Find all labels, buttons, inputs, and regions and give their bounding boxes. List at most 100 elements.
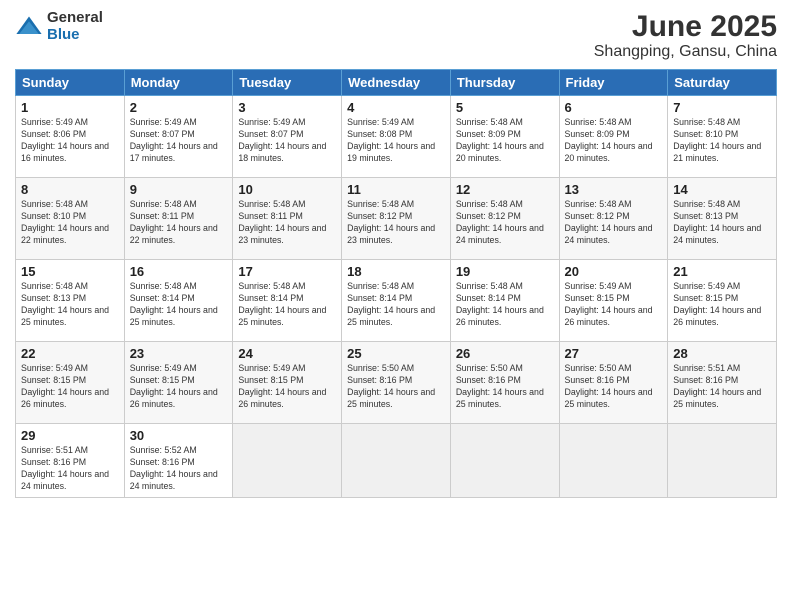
calendar-cell: 17 Sunrise: 5:48 AMSunset: 8:14 PMDaylig…	[233, 260, 342, 342]
day-info: Sunrise: 5:50 AMSunset: 8:16 PMDaylight:…	[456, 363, 544, 409]
day-info: Sunrise: 5:49 AMSunset: 8:15 PMDaylight:…	[673, 281, 761, 327]
calendar-cell: 22 Sunrise: 5:49 AMSunset: 8:15 PMDaylig…	[16, 342, 125, 424]
day-info: Sunrise: 5:48 AMSunset: 8:12 PMDaylight:…	[347, 199, 435, 245]
day-number: 26	[456, 346, 554, 361]
calendar-cell: 21 Sunrise: 5:49 AMSunset: 8:15 PMDaylig…	[668, 260, 777, 342]
calendar-cell: 18 Sunrise: 5:48 AMSunset: 8:14 PMDaylig…	[342, 260, 451, 342]
day-number: 18	[347, 264, 445, 279]
day-number: 2	[130, 100, 228, 115]
day-number: 16	[130, 264, 228, 279]
col-thursday: Thursday	[450, 70, 559, 96]
col-tuesday: Tuesday	[233, 70, 342, 96]
day-info: Sunrise: 5:51 AMSunset: 8:16 PMDaylight:…	[21, 445, 109, 491]
day-info: Sunrise: 5:48 AMSunset: 8:09 PMDaylight:…	[456, 117, 544, 163]
day-number: 23	[130, 346, 228, 361]
calendar-cell: 24 Sunrise: 5:49 AMSunset: 8:15 PMDaylig…	[233, 342, 342, 424]
calendar-week-row: 1 Sunrise: 5:49 AMSunset: 8:06 PMDayligh…	[16, 96, 777, 178]
calendar-cell: 1 Sunrise: 5:49 AMSunset: 8:06 PMDayligh…	[16, 96, 125, 178]
col-saturday: Saturday	[668, 70, 777, 96]
day-number: 29	[21, 428, 119, 443]
day-info: Sunrise: 5:48 AMSunset: 8:09 PMDaylight:…	[565, 117, 653, 163]
logo-blue: Blue	[47, 27, 103, 44]
calendar-week-row: 8 Sunrise: 5:48 AMSunset: 8:10 PMDayligh…	[16, 178, 777, 260]
title-block: June 2025 Shangping, Gansu, China	[594, 10, 777, 61]
day-number: 3	[238, 100, 336, 115]
calendar-cell: 14 Sunrise: 5:48 AMSunset: 8:13 PMDaylig…	[668, 178, 777, 260]
day-info: Sunrise: 5:48 AMSunset: 8:14 PMDaylight:…	[347, 281, 435, 327]
calendar-table: Sunday Monday Tuesday Wednesday Thursday…	[15, 69, 777, 498]
logo: General Blue	[15, 10, 103, 43]
calendar-cell: 27 Sunrise: 5:50 AMSunset: 8:16 PMDaylig…	[559, 342, 668, 424]
day-number: 10	[238, 182, 336, 197]
calendar-cell: 15 Sunrise: 5:48 AMSunset: 8:13 PMDaylig…	[16, 260, 125, 342]
calendar-cell: 13 Sunrise: 5:48 AMSunset: 8:12 PMDaylig…	[559, 178, 668, 260]
day-number: 21	[673, 264, 771, 279]
col-friday: Friday	[559, 70, 668, 96]
logo-icon	[15, 13, 43, 41]
day-info: Sunrise: 5:49 AMSunset: 8:15 PMDaylight:…	[21, 363, 109, 409]
calendar-week-row: 22 Sunrise: 5:49 AMSunset: 8:15 PMDaylig…	[16, 342, 777, 424]
calendar-cell: 11 Sunrise: 5:48 AMSunset: 8:12 PMDaylig…	[342, 178, 451, 260]
day-info: Sunrise: 5:49 AMSunset: 8:07 PMDaylight:…	[238, 117, 326, 163]
day-number: 13	[565, 182, 663, 197]
day-number: 22	[21, 346, 119, 361]
calendar-cell: 7 Sunrise: 5:48 AMSunset: 8:10 PMDayligh…	[668, 96, 777, 178]
header: General Blue June 2025 Shangping, Gansu,…	[15, 10, 777, 61]
calendar-cell: 4 Sunrise: 5:49 AMSunset: 8:08 PMDayligh…	[342, 96, 451, 178]
calendar-cell	[342, 424, 451, 498]
day-info: Sunrise: 5:50 AMSunset: 8:16 PMDaylight:…	[347, 363, 435, 409]
day-number: 5	[456, 100, 554, 115]
day-number: 9	[130, 182, 228, 197]
day-info: Sunrise: 5:48 AMSunset: 8:14 PMDaylight:…	[238, 281, 326, 327]
calendar-week-row: 29 Sunrise: 5:51 AMSunset: 8:16 PMDaylig…	[16, 424, 777, 498]
day-info: Sunrise: 5:48 AMSunset: 8:13 PMDaylight:…	[673, 199, 761, 245]
day-number: 4	[347, 100, 445, 115]
day-info: Sunrise: 5:48 AMSunset: 8:11 PMDaylight:…	[130, 199, 218, 245]
day-number: 24	[238, 346, 336, 361]
day-info: Sunrise: 5:49 AMSunset: 8:07 PMDaylight:…	[130, 117, 218, 163]
day-info: Sunrise: 5:48 AMSunset: 8:13 PMDaylight:…	[21, 281, 109, 327]
day-info: Sunrise: 5:49 AMSunset: 8:08 PMDaylight:…	[347, 117, 435, 163]
day-number: 17	[238, 264, 336, 279]
day-info: Sunrise: 5:49 AMSunset: 8:06 PMDaylight:…	[21, 117, 109, 163]
day-number: 27	[565, 346, 663, 361]
month-title: June 2025	[594, 10, 777, 43]
calendar-cell: 16 Sunrise: 5:48 AMSunset: 8:14 PMDaylig…	[124, 260, 233, 342]
calendar-cell: 10 Sunrise: 5:48 AMSunset: 8:11 PMDaylig…	[233, 178, 342, 260]
location: Shangping, Gansu, China	[594, 43, 777, 61]
day-number: 19	[456, 264, 554, 279]
calendar-cell: 26 Sunrise: 5:50 AMSunset: 8:16 PMDaylig…	[450, 342, 559, 424]
day-info: Sunrise: 5:48 AMSunset: 8:12 PMDaylight:…	[456, 199, 544, 245]
day-number: 6	[565, 100, 663, 115]
calendar-cell	[559, 424, 668, 498]
day-info: Sunrise: 5:48 AMSunset: 8:10 PMDaylight:…	[21, 199, 109, 245]
col-wednesday: Wednesday	[342, 70, 451, 96]
calendar-cell: 28 Sunrise: 5:51 AMSunset: 8:16 PMDaylig…	[668, 342, 777, 424]
calendar-cell	[233, 424, 342, 498]
day-info: Sunrise: 5:51 AMSunset: 8:16 PMDaylight:…	[673, 363, 761, 409]
day-info: Sunrise: 5:49 AMSunset: 8:15 PMDaylight:…	[565, 281, 653, 327]
calendar-cell: 19 Sunrise: 5:48 AMSunset: 8:14 PMDaylig…	[450, 260, 559, 342]
day-number: 28	[673, 346, 771, 361]
day-info: Sunrise: 5:48 AMSunset: 8:14 PMDaylight:…	[456, 281, 544, 327]
logo-general: General	[47, 10, 103, 27]
calendar-cell: 8 Sunrise: 5:48 AMSunset: 8:10 PMDayligh…	[16, 178, 125, 260]
day-info: Sunrise: 5:48 AMSunset: 8:14 PMDaylight:…	[130, 281, 218, 327]
main-container: General Blue June 2025 Shangping, Gansu,…	[0, 0, 792, 508]
day-number: 15	[21, 264, 119, 279]
calendar-cell: 5 Sunrise: 5:48 AMSunset: 8:09 PMDayligh…	[450, 96, 559, 178]
calendar-cell: 20 Sunrise: 5:49 AMSunset: 8:15 PMDaylig…	[559, 260, 668, 342]
calendar-cell: 23 Sunrise: 5:49 AMSunset: 8:15 PMDaylig…	[124, 342, 233, 424]
calendar-cell: 30 Sunrise: 5:52 AMSunset: 8:16 PMDaylig…	[124, 424, 233, 498]
day-number: 1	[21, 100, 119, 115]
day-info: Sunrise: 5:48 AMSunset: 8:12 PMDaylight:…	[565, 199, 653, 245]
calendar-cell: 12 Sunrise: 5:48 AMSunset: 8:12 PMDaylig…	[450, 178, 559, 260]
day-number: 12	[456, 182, 554, 197]
day-info: Sunrise: 5:49 AMSunset: 8:15 PMDaylight:…	[238, 363, 326, 409]
day-info: Sunrise: 5:49 AMSunset: 8:15 PMDaylight:…	[130, 363, 218, 409]
day-info: Sunrise: 5:52 AMSunset: 8:16 PMDaylight:…	[130, 445, 218, 491]
calendar-cell: 3 Sunrise: 5:49 AMSunset: 8:07 PMDayligh…	[233, 96, 342, 178]
day-number: 14	[673, 182, 771, 197]
calendar-cell	[668, 424, 777, 498]
calendar-cell: 2 Sunrise: 5:49 AMSunset: 8:07 PMDayligh…	[124, 96, 233, 178]
